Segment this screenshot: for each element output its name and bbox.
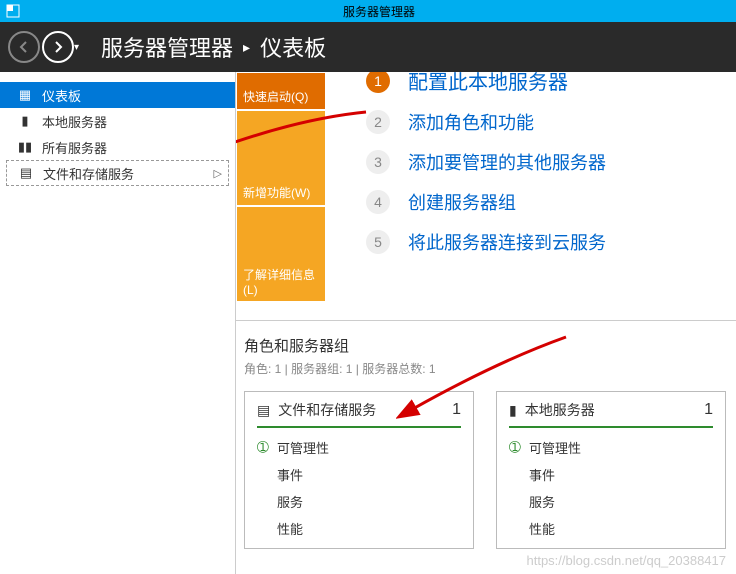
card-row-events[interactable]: 事件 [257,461,461,488]
window-title: 服务器管理器 [22,3,736,20]
status-up-icon: ➀ [257,439,277,456]
server-icon: ▮ [509,402,517,419]
step-add-roles[interactable]: 2 添加角色和功能 [366,109,736,135]
step-number: 2 [366,110,390,134]
card-row-label: 性能 [529,519,555,538]
chevron-right-icon: ▷ [214,167,222,180]
servers-icon: ▮▮ [16,139,34,155]
step-add-servers[interactable]: 3 添加要管理的其他服务器 [366,149,736,175]
whats-new-tile[interactable]: 新增功能(W) [236,110,326,206]
step-configure-local[interactable]: 1 配置此本地服务器 [366,72,736,95]
card-header: ▤ 文件和存储服务 1 [257,400,461,428]
storage-icon: ▤ [257,402,270,419]
step-link[interactable]: 将此服务器连接到云服务 [408,229,606,255]
card-row-services[interactable]: 服务 [257,488,461,515]
nav-back-button[interactable] [8,31,40,63]
card-row-manageability[interactable]: ➀ 可管理性 [257,434,461,461]
step-number: 1 [366,72,390,93]
sidebar-item-label: 文件和存储服务 [43,164,134,183]
sidebar-item-local-server[interactable]: ▮ 本地服务器 [0,108,235,134]
divider [236,320,736,321]
card-row-label: 事件 [277,465,303,484]
breadcrumb: 服务器管理器 ▸ 仪表板 [101,31,326,63]
cards-row: ▤ 文件和存储服务 1 ➀ 可管理性 事件 服务 性能 ▮ 本 [244,391,736,549]
step-link[interactable]: 添加角色和功能 [408,109,534,135]
status-up-icon: ➀ [509,439,529,456]
card-file-storage[interactable]: ▤ 文件和存储服务 1 ➀ 可管理性 事件 服务 性能 [244,391,474,549]
step-number: 3 [366,150,390,174]
card-row-label: 可管理性 [277,438,329,457]
sidebar-item-file-storage[interactable]: ▤ 文件和存储服务 ▷ [6,160,229,186]
card-local-server[interactable]: ▮ 本地服务器 1 ➀ 可管理性 事件 服务 性能 [496,391,726,549]
sidebar-item-label: 所有服务器 [42,138,107,157]
steps-list: 1 配置此本地服务器 2 添加角色和功能 3 添加要管理的其他服务器 4 创建服… [326,72,736,302]
card-row-label: 可管理性 [529,438,581,457]
learn-more-label: 了解详细信息(L) [243,266,319,297]
step-link[interactable]: 添加要管理的其他服务器 [408,149,606,175]
card-row-performance[interactable]: 性能 [509,515,713,542]
card-title: 本地服务器 [525,400,595,420]
card-row-events[interactable]: 事件 [509,461,713,488]
breadcrumb-separator-icon: ▸ [243,39,250,56]
card-row-label: 服务 [277,492,303,511]
step-link[interactable]: 配置此本地服务器 [408,72,568,95]
sidebar-item-label: 本地服务器 [42,112,107,131]
welcome-panel: 快速启动(Q) 新增功能(W) 了解详细信息(L) 1 配置此本地服务器 2 添… [236,72,736,302]
nav-dropdown-icon[interactable]: ▾ [74,42,79,53]
sidebar-item-dashboard[interactable]: ▦ 仪表板 [0,82,235,108]
breadcrumb-page: 仪表板 [260,31,326,63]
content-area: 快速启动(Q) 新增功能(W) 了解详细信息(L) 1 配置此本地服务器 2 添… [236,72,736,574]
app-icon [4,2,22,20]
card-count: 1 [704,401,713,419]
server-icon: ▮ [16,113,34,129]
sidebar-item-label: 仪表板 [42,86,81,105]
card-row-performance[interactable]: 性能 [257,515,461,542]
card-title: 文件和存储服务 [278,400,376,420]
step-link[interactable]: 创建服务器组 [408,189,516,215]
sidebar: ▦ 仪表板 ▮ 本地服务器 ▮▮ 所有服务器 ▤ 文件和存储服务 ▷ [0,72,236,574]
card-header: ▮ 本地服务器 1 [509,400,713,428]
dashboard-icon: ▦ [16,87,34,103]
card-count: 1 [452,401,461,419]
breadcrumb-app: 服务器管理器 [101,31,233,63]
card-row-label: 服务 [529,492,555,511]
learn-more-tile[interactable]: 了解详细信息(L) [236,206,326,302]
roles-section-subtitle: 角色: 1 | 服务器组: 1 | 服务器总数: 1 [244,360,736,377]
step-number: 5 [366,230,390,254]
whats-new-label: 新增功能(W) [243,184,310,201]
quick-start-label: 快速启动(Q) [243,88,308,105]
step-cloud-connect[interactable]: 5 将此服务器连接到云服务 [366,229,736,255]
card-row-label: 性能 [277,519,303,538]
roles-section-title: 角色和服务器组 [244,335,736,356]
step-create-group[interactable]: 4 创建服务器组 [366,189,736,215]
step-number: 4 [366,190,390,214]
nav-forward-button[interactable] [42,31,74,63]
card-row-label: 事件 [529,465,555,484]
card-row-services[interactable]: 服务 [509,488,713,515]
window-titlebar: 服务器管理器 [0,0,736,22]
sidebar-item-all-servers[interactable]: ▮▮ 所有服务器 [0,134,235,160]
orange-column: 快速启动(Q) 新增功能(W) 了解详细信息(L) [236,72,326,302]
card-row-manageability[interactable]: ➀ 可管理性 [509,434,713,461]
header-bar: ▾ 服务器管理器 ▸ 仪表板 [0,22,736,72]
storage-icon: ▤ [17,165,35,181]
quick-start-tile[interactable]: 快速启动(Q) [236,72,326,110]
watermark-text: https://blog.csdn.net/qq_20388417 [527,553,727,568]
